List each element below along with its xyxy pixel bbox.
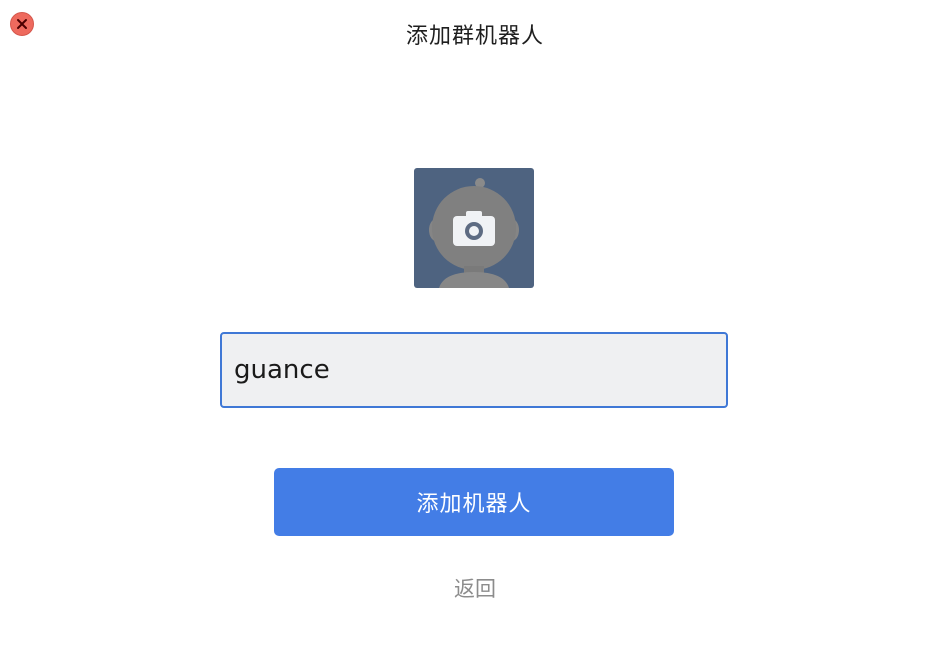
add-group-robot-dialog: 添加群机器人 guance 添加机器人 返回 [0, 0, 950, 654]
robot-name-input[interactable] [220, 332, 728, 408]
dialog-title: 添加群机器人 [405, 24, 544, 49]
back-link[interactable]: 返回 [454, 577, 496, 601]
robot-avatar-upload[interactable] [414, 168, 534, 288]
robot-avatar-with-camera-icon [414, 168, 534, 288]
back-link-row: 返回 [0, 573, 950, 603]
add-robot-button[interactable]: 添加机器人 [274, 468, 674, 536]
